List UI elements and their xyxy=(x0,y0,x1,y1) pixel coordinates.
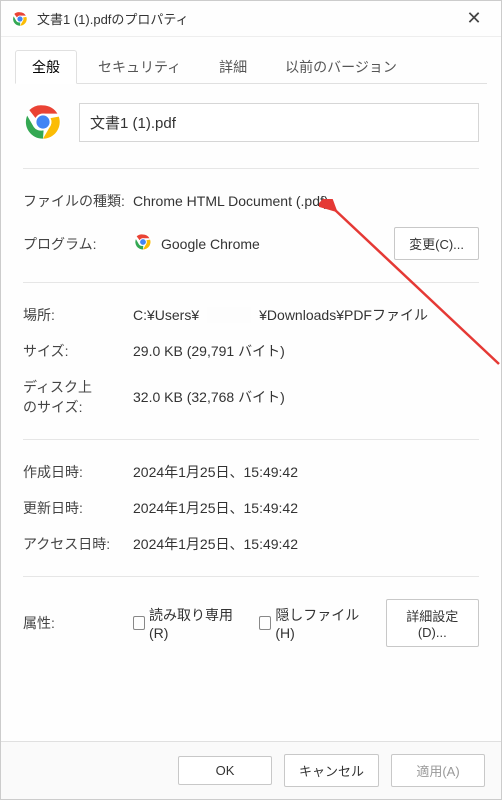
separator xyxy=(23,168,479,169)
close-button[interactable]: ✕ xyxy=(457,8,491,29)
checkbox-box-icon xyxy=(133,616,145,630)
tab-general[interactable]: 全般 xyxy=(15,50,77,84)
readonly-label: 読み取り専用(R) xyxy=(149,605,235,641)
chrome-icon xyxy=(11,10,29,28)
value-attributes: 読み取り専用(R) 隠しファイル(H) 詳細設定(D)... xyxy=(133,599,479,647)
row-size: サイズ: 29.0 KB (29,791 バイト) xyxy=(23,333,479,369)
value-filetype: Chrome HTML Document (.pdf) xyxy=(133,193,479,209)
location-prefix: C:¥Users¥ xyxy=(133,307,199,323)
label-location: 場所: xyxy=(23,305,133,325)
file-header: 文書1 (1).pdf xyxy=(23,102,479,142)
row-modified: 更新日時: 2024年1月25日、15:49:42 xyxy=(23,490,479,526)
row-filetype: ファイルの種類: Chrome HTML Document (.pdf) xyxy=(23,183,479,219)
titlebar: 文書1 (1).pdfのプロパティ ✕ xyxy=(1,1,501,37)
label-size: サイズ: xyxy=(23,341,133,361)
advanced-button[interactable]: 詳細設定(D)... xyxy=(386,599,479,647)
tab-security[interactable]: セキュリティ xyxy=(81,50,198,83)
file-icon xyxy=(23,102,63,142)
label-accessed: アクセス日時: xyxy=(23,534,133,554)
tab-bar: 全般 セキュリティ 詳細 以前のバージョン xyxy=(1,37,501,83)
row-program: プログラム: Google Chrome 変更(C)... xyxy=(23,219,479,268)
change-button[interactable]: 変更(C)... xyxy=(394,227,479,260)
row-disksize: ディスク上 のサイズ: 32.0 KB (32,768 バイト) xyxy=(23,369,479,425)
window-title: 文書1 (1).pdfのプロパティ xyxy=(37,9,457,28)
hidden-checkbox[interactable]: 隠しファイル(H) xyxy=(259,605,361,641)
separator xyxy=(23,576,479,577)
program-icon xyxy=(133,232,153,255)
value-program: Google Chrome 変更(C)... xyxy=(133,227,479,260)
separator xyxy=(23,439,479,440)
hidden-label: 隠しファイル(H) xyxy=(275,605,361,641)
redacted-username xyxy=(207,307,251,323)
properties-panel: 文書1 (1).pdf ファイルの種類: Chrome HTML Documen… xyxy=(1,84,501,673)
label-created: 作成日時: xyxy=(23,462,133,482)
value-size: 29.0 KB (29,791 バイト) xyxy=(133,341,479,361)
checkbox-box-icon xyxy=(259,616,271,630)
location-suffix: ¥Downloads¥PDFファイル xyxy=(259,305,428,325)
row-accessed: アクセス日時: 2024年1月25日、15:49:42 xyxy=(23,526,479,562)
separator xyxy=(23,282,479,283)
row-location: 場所: C:¥Users¥ ¥Downloads¥PDFファイル xyxy=(23,297,479,333)
value-modified: 2024年1月25日、15:49:42 xyxy=(133,498,479,518)
tab-previous-versions[interactable]: 以前のバージョン xyxy=(268,50,414,83)
program-name: Google Chrome xyxy=(161,236,260,252)
tab-details[interactable]: 詳細 xyxy=(202,50,264,83)
value-accessed: 2024年1月25日、15:49:42 xyxy=(133,534,479,554)
apply-button[interactable]: 適用(A) xyxy=(391,754,485,787)
cancel-button[interactable]: キャンセル xyxy=(284,754,379,787)
label-disksize: ディスク上 のサイズ: xyxy=(23,377,133,417)
label-modified: 更新日時: xyxy=(23,498,133,518)
label-program: プログラム: xyxy=(23,234,133,254)
row-attributes: 属性: 読み取り専用(R) 隠しファイル(H) 詳細設定(D)... xyxy=(23,591,479,655)
value-location: C:¥Users¥ ¥Downloads¥PDFファイル xyxy=(133,305,479,325)
label-attributes: 属性: xyxy=(23,613,133,633)
value-disksize: 32.0 KB (32,768 バイト) xyxy=(133,387,479,407)
readonly-checkbox[interactable]: 読み取り専用(R) xyxy=(133,605,235,641)
label-filetype: ファイルの種類: xyxy=(23,191,133,211)
row-created: 作成日時: 2024年1月25日、15:49:42 xyxy=(23,454,479,490)
value-created: 2024年1月25日、15:49:42 xyxy=(133,462,479,482)
filename-input[interactable]: 文書1 (1).pdf xyxy=(79,103,479,142)
dialog-footer: OK キャンセル 適用(A) xyxy=(1,741,501,799)
ok-button[interactable]: OK xyxy=(178,756,272,785)
